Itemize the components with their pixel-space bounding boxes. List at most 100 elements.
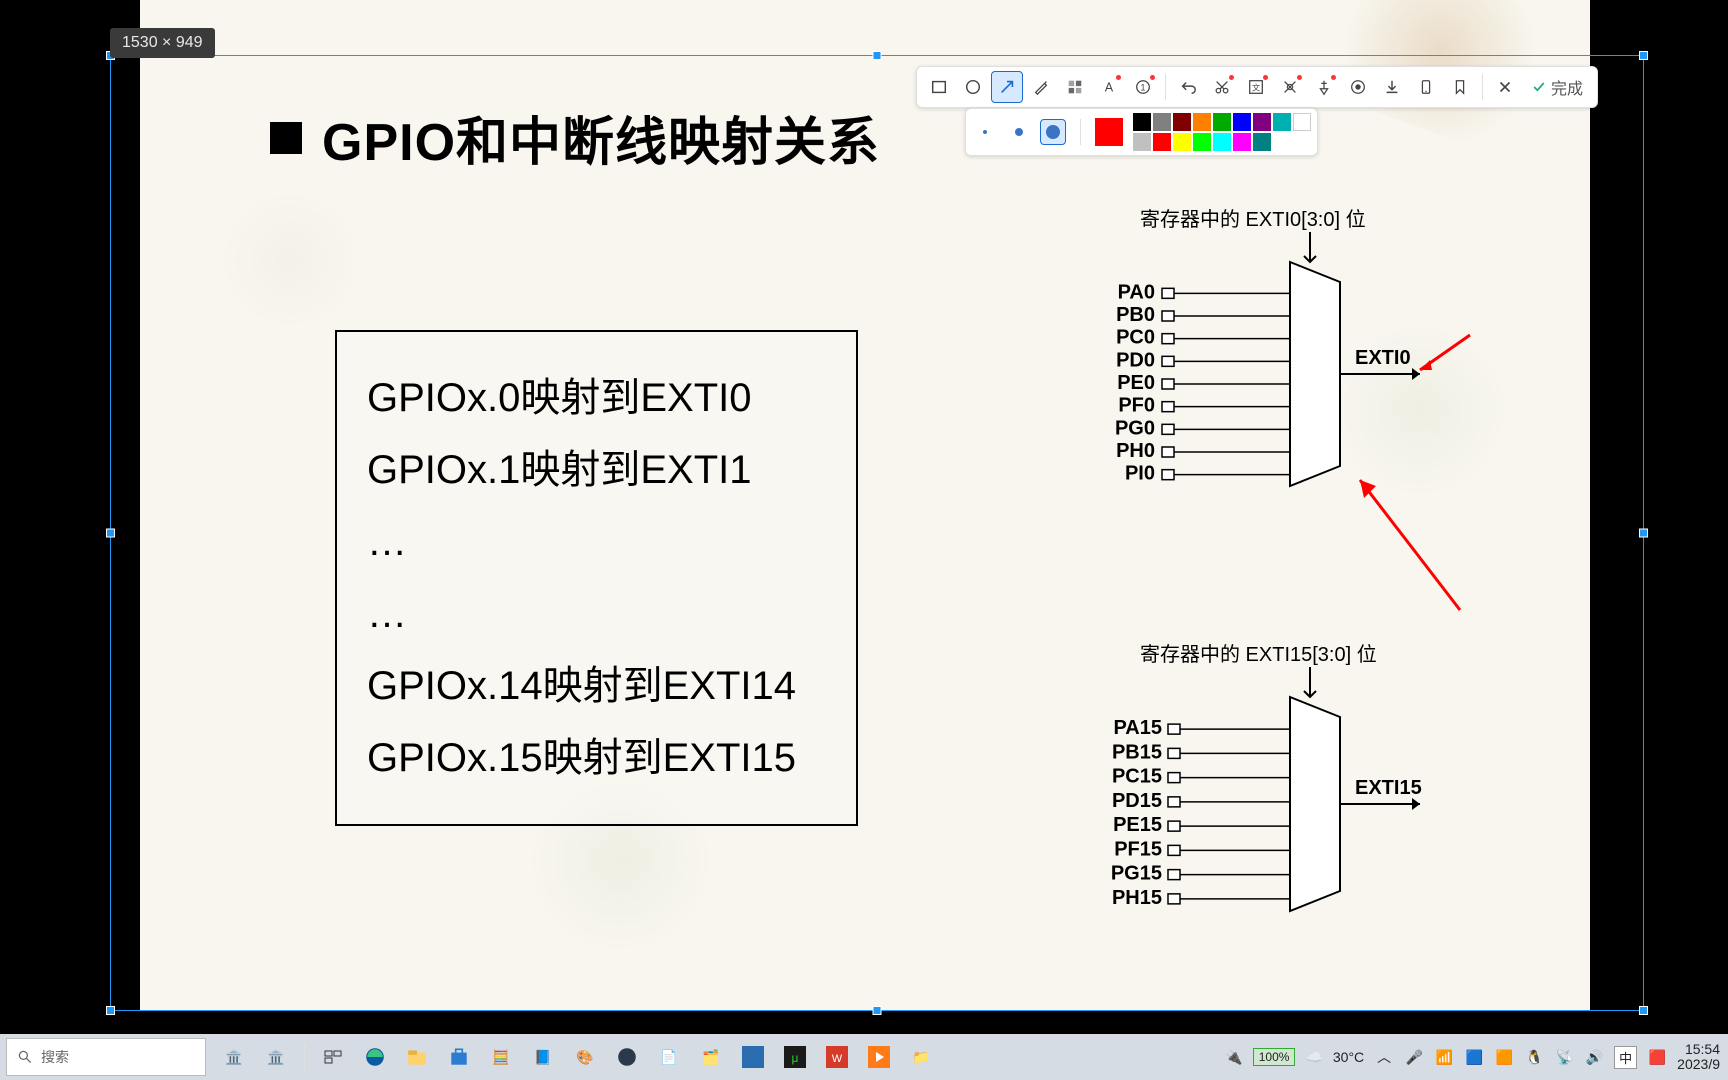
svg-text:PB0: PB0: [1116, 304, 1155, 326]
mapping-line: GPIOx.15映射到EXTI15: [367, 722, 796, 794]
weather-icon[interactable]: ☁️: [1305, 1049, 1322, 1066]
tool-record[interactable]: [1342, 71, 1374, 103]
color-swatch[interactable]: [1213, 133, 1231, 151]
tool-text[interactable]: A: [1093, 71, 1125, 103]
svg-text:PC0: PC0: [1116, 327, 1155, 349]
svg-text:PC15: PC15: [1112, 766, 1162, 788]
color-swatch[interactable]: [1233, 133, 1251, 151]
resize-handle-n[interactable]: [873, 51, 882, 60]
taskbar-app2[interactable]: 📄: [651, 1039, 687, 1075]
tool-download[interactable]: [1376, 71, 1408, 103]
mapping-line: GPIOx.1映射到EXTI1: [367, 434, 796, 506]
tool-scissors[interactable]: [1206, 71, 1238, 103]
taskbar-player[interactable]: [861, 1039, 897, 1075]
taskbar-app3[interactable]: 🗂️: [693, 1039, 729, 1075]
color-swatch[interactable]: [1133, 113, 1151, 131]
taskbar-app5[interactable]: 📁: [903, 1039, 939, 1075]
color-swatch[interactable]: [1213, 113, 1231, 131]
taskbar-paint[interactable]: 🎨: [567, 1039, 603, 1075]
resize-handle-w[interactable]: [106, 529, 115, 538]
color-swatch[interactable]: [1173, 133, 1191, 151]
svg-text:PF15: PF15: [1114, 838, 1162, 860]
tool-undo[interactable]: [1172, 71, 1204, 103]
tool-rectangle[interactable]: [923, 71, 955, 103]
done-label: 完成: [1551, 75, 1583, 99]
svg-text:PH15: PH15: [1112, 887, 1162, 909]
resize-handle-e[interactable]: [1639, 529, 1648, 538]
battery-plug-icon[interactable]: 🔌: [1225, 1049, 1242, 1066]
annotation-arrow: [1410, 330, 1480, 380]
taskbar-keil[interactable]: μ: [777, 1039, 813, 1075]
search-icon: [17, 1049, 33, 1065]
taskbar-calculator[interactable]: 🧮: [483, 1039, 519, 1075]
tray-mic-icon[interactable]: 🎤: [1404, 1047, 1424, 1067]
tool-ellipse[interactable]: [957, 71, 989, 103]
tool-phone[interactable]: [1410, 71, 1442, 103]
decor-leaf: [200, 180, 380, 340]
tool-pen[interactable]: [1025, 71, 1057, 103]
title-bullet: [270, 122, 302, 154]
svg-text:PE15: PE15: [1113, 814, 1162, 836]
tray-app3-icon[interactable]: 🟧: [1494, 1047, 1514, 1067]
taskbar-clock[interactable]: 15:54 2023/9: [1677, 1042, 1720, 1073]
tray-volume-icon[interactable]: 🔊: [1584, 1047, 1604, 1067]
taskbar-explorer[interactable]: [399, 1039, 435, 1075]
taskbar-app1[interactable]: 📘: [525, 1039, 561, 1075]
tool-arrow[interactable]: [991, 71, 1023, 103]
color-swatch[interactable]: [1253, 113, 1271, 131]
resize-handle-s[interactable]: [873, 1006, 882, 1015]
mapping-box: GPIOx.0映射到EXTI0 GPIOx.1映射到EXTI1 … … GPIO…: [335, 330, 858, 826]
color-swatch[interactable]: [1153, 133, 1171, 151]
taskbar-edge[interactable]: [357, 1039, 393, 1075]
svg-text:PD0: PD0: [1116, 349, 1155, 371]
color-swatch[interactable]: [1253, 133, 1271, 151]
svg-text:寄存器中的 EXTI15[3:0] 位: 寄存器中的 EXTI15[3:0] 位: [1140, 643, 1377, 666]
color-swatch[interactable]: [1193, 113, 1211, 131]
resize-handle-sw[interactable]: [106, 1006, 115, 1015]
color-swatch[interactable]: [1153, 113, 1171, 131]
svg-text:W: W: [832, 1053, 843, 1065]
tool-close[interactable]: [1489, 71, 1521, 103]
mapping-line: GPIOx.0映射到EXTI0: [367, 362, 796, 434]
mapping-line: GPIOx.14映射到EXTI14: [367, 650, 796, 722]
taskbar-wps[interactable]: W: [819, 1039, 855, 1075]
done-button[interactable]: 完成: [1523, 71, 1591, 103]
resize-handle-ne[interactable]: [1639, 51, 1648, 60]
color-swatch[interactable]: [1293, 113, 1311, 131]
battery-level: 100%: [1253, 1048, 1296, 1066]
svg-text:PA15: PA15: [1113, 717, 1162, 739]
mux-diagram-exti15: 寄存器中的 EXTI15[3:0] 位 PA15PB15PC15PD15PE15…: [1100, 641, 1520, 1010]
tool-mosaic[interactable]: [1059, 71, 1091, 103]
tool-translate[interactable]: [1274, 71, 1306, 103]
tray-app1-icon[interactable]: 📶: [1434, 1047, 1454, 1067]
windows-taskbar: 搜索 🏛️ 🏛️ 🧮 📘 🎨 📄 🗂️ μ W 📁 🔌 100%: [0, 1034, 1728, 1080]
tool-bookmark[interactable]: [1444, 71, 1476, 103]
color-swatch[interactable]: [1133, 133, 1151, 151]
svg-text:EXTI15: EXTI15: [1355, 777, 1422, 799]
taskbar-store[interactable]: [441, 1039, 477, 1075]
color-swatch[interactable]: [1273, 113, 1291, 131]
tray-qq-icon[interactable]: 🐧: [1524, 1047, 1544, 1067]
tray-app2-icon[interactable]: 🟦: [1464, 1047, 1484, 1067]
tool-pin[interactable]: [1308, 71, 1340, 103]
taskbar-app4[interactable]: [735, 1039, 771, 1075]
stroke-medium[interactable]: [1006, 119, 1032, 145]
tray-snipaste-icon[interactable]: 🟥: [1647, 1047, 1667, 1067]
taskbar-search[interactable]: 搜索: [6, 1038, 206, 1076]
color-swatch[interactable]: [1233, 113, 1251, 131]
color-swatch[interactable]: [1193, 133, 1211, 151]
tray-wifi-icon[interactable]: 📡: [1554, 1047, 1574, 1067]
tool-number[interactable]: 1: [1127, 71, 1159, 103]
stroke-large[interactable]: [1040, 119, 1066, 145]
taskbar-building-icon[interactable]: 🏛️: [216, 1039, 252, 1075]
color-swatch[interactable]: [1173, 113, 1191, 131]
tray-chevron[interactable]: ︿: [1374, 1047, 1394, 1067]
ime-indicator[interactable]: 中: [1614, 1046, 1637, 1069]
taskbar-taskview[interactable]: [315, 1039, 351, 1075]
svg-text:PI0: PI0: [1125, 463, 1155, 485]
tool-ocr[interactable]: 文: [1240, 71, 1272, 103]
stroke-small[interactable]: [972, 119, 998, 145]
taskbar-terminal[interactable]: [609, 1039, 645, 1075]
resize-handle-se[interactable]: [1639, 1006, 1648, 1015]
taskbar-building2-icon[interactable]: 🏛️: [258, 1039, 294, 1075]
